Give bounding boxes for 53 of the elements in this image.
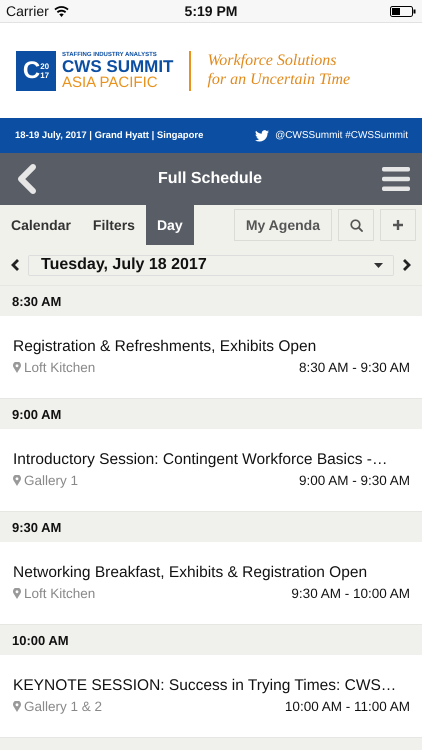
session-time: 8:30 AM - 9:30 AM — [298, 360, 410, 375]
search-button[interactable] — [338, 209, 374, 241]
bird-icon — [255, 130, 270, 142]
location-pin-icon — [13, 475, 21, 486]
menu-button[interactable] — [382, 166, 410, 192]
social-handles: @CWSSummit #CWSSummit — [275, 130, 408, 141]
event-subtitle: ASIA PACIFIC — [62, 74, 159, 90]
session-location: Loft Kitchen — [24, 586, 96, 601]
logo-year: 20 — [40, 62, 50, 70]
session-title: Networking Breakfast, Exhibits & Registration Open — [13, 564, 368, 582]
location-pin-icon — [13, 362, 21, 373]
session-title: Registration & Refreshments, Exhibits Open — [13, 338, 318, 356]
next-day-button[interactable] — [402, 258, 412, 272]
session-time: 9:30 AM - 10:00 AM — [291, 586, 410, 601]
logo-year: 17 — [40, 70, 50, 80]
screen-title: Full Schedule — [158, 170, 262, 188]
tagline: for an Uncertain Time — [207, 70, 350, 89]
session-location: Loft Kitchen — [24, 360, 96, 375]
time-slot-label: 10:00 AM — [12, 632, 69, 648]
date-dropdown[interactable]: Tuesday, July 18 2017 — [28, 254, 394, 276]
event-details: 18-19 July, 2017 | Grand Hyatt | Singapore — [15, 130, 204, 141]
session-row[interactable]: Registration & Refreshments, Exhibits Open Loft Kitchen 8:30 AM - 9:30 AM — [0, 316, 422, 398]
location-pin-icon — [13, 588, 21, 599]
carrier-label: Carrier — [6, 3, 49, 19]
location-pin-icon — [13, 701, 21, 712]
back-button[interactable] — [16, 164, 38, 194]
logo-letter: C — [22, 56, 40, 84]
my-agenda-button[interactable]: My Agenda — [234, 209, 332, 241]
time-slot-label: 9:30 AM — [12, 520, 62, 534]
wifi-icon — [54, 6, 69, 16]
session-location: Gallery 1 & 2 — [24, 699, 102, 714]
session-location: Gallery 1 — [24, 473, 78, 488]
caret-icon — [374, 262, 383, 268]
search-icon — [350, 218, 362, 232]
session-row[interactable]: Networking Breakfast, Exhibits & Registration Open Loft Kitchen 9:30 AM - 10:00 AM — [0, 542, 422, 624]
battery-icon — [390, 6, 416, 16]
tab[interactable]: Filters — [82, 205, 146, 245]
session-row[interactable]: Introductory Session: Contingent Workforce Basics -… Gallery 1 9:00 AM - 9:30 AM — [0, 429, 422, 511]
session-row[interactable]: KEYNOTE SESSION: Success in Trying Times: CWS… Gallery 1 & 2 10:00 AM - 11:00 AM — [0, 655, 422, 737]
time-slot-label: 9:00 AM — [12, 406, 62, 422]
tagline: Workforce Solutions — [207, 52, 338, 70]
session-title: Introductory Session: Contingent Workforce Basics -… — [13, 451, 388, 469]
session-time: 9:00 AM - 9:30 AM — [298, 473, 410, 488]
plus-icon — [392, 219, 404, 231]
tab[interactable]: Calendar — [0, 205, 82, 245]
tab[interactable]: Day — [146, 205, 194, 245]
session-title: KEYNOTE SESSION: Success in Trying Times: CWS… — [13, 677, 398, 695]
time-slot-label: 8:30 AM — [12, 294, 62, 308]
add-button[interactable] — [380, 209, 416, 241]
previous-day-button[interactable] — [10, 258, 20, 272]
clock: 5:19 PM — [184, 3, 238, 19]
session-time: 10:00 AM - 11:00 AM — [284, 699, 410, 714]
event-title: CWS SUMMIT — [62, 58, 174, 74]
